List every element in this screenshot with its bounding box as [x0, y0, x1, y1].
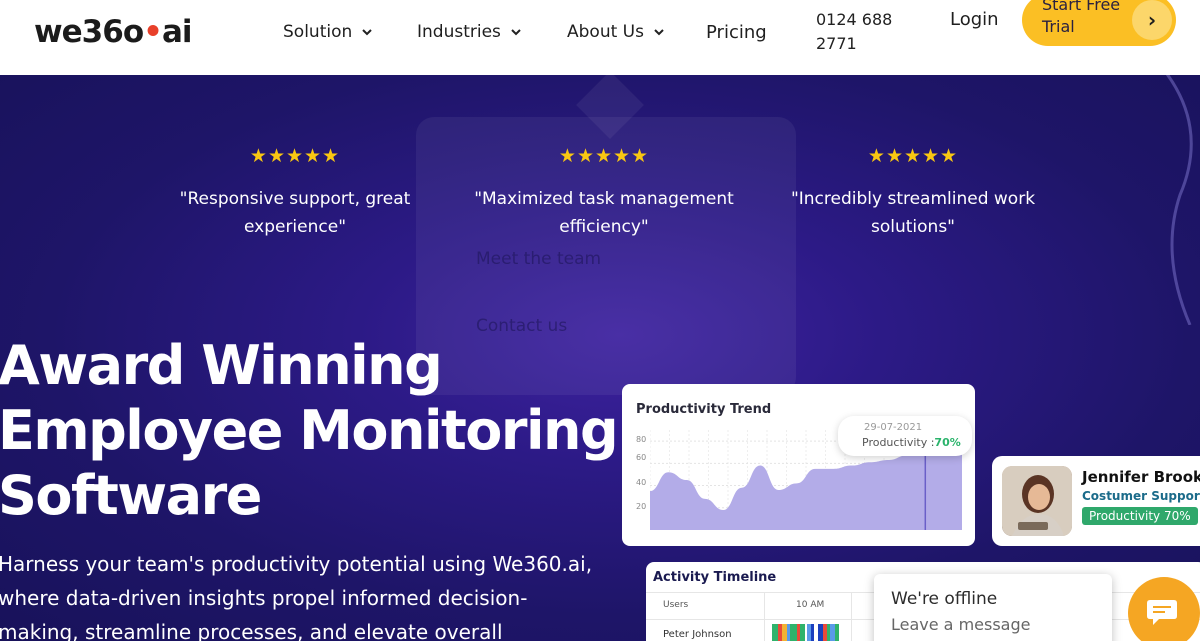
productivity-trend-card: Productivity Trend 80 60 40 20 [622, 384, 975, 546]
review-quote-line-2: efficiency" [559, 217, 649, 237]
description-line-3: making, streamline processes, and elevat… [0, 620, 503, 641]
nav-industries[interactable]: Industries [417, 22, 523, 42]
chevron-down-icon [362, 29, 372, 36]
cta-label-line-1: Start Free [1042, 0, 1121, 14]
avatar [1002, 466, 1072, 536]
nav-pricing-label: Pricing [706, 22, 767, 43]
logo-dot: • [143, 14, 163, 50]
description-line-2: where data-driven insights propel inform… [0, 586, 528, 610]
stars-icon: ★★★★★ [867, 145, 959, 167]
productivity-trend-title: Productivity Trend [636, 402, 772, 417]
chat-title: We're offline [891, 589, 998, 609]
cta-label-line-2: Trial [1042, 17, 1075, 36]
stars-icon: ★★★★★ [249, 145, 341, 167]
chat-subtitle: Leave a message [891, 615, 1031, 634]
logo-text-b: ai [161, 14, 193, 50]
employee-role: Costumer Support [1082, 489, 1200, 503]
y-tick-60: 60 [636, 453, 647, 462]
cta-label: Start Free Trial [1042, 0, 1120, 38]
chat-launcher-button[interactable] [1128, 577, 1200, 641]
productivity-area [650, 448, 962, 530]
tooltip-text: Productivity :70% [862, 436, 961, 449]
phone-line-2: 2771 [816, 34, 857, 53]
headline-line-2: Employee Monitoring [0, 399, 619, 462]
activity-bars [772, 624, 839, 641]
chat-icon [1147, 600, 1177, 625]
activity-timeline-title: Activity Timeline [653, 570, 777, 585]
phone-number[interactable]: 0124 688 2771 [816, 8, 892, 56]
chevron-down-icon [511, 29, 521, 36]
logo-text-o: o [122, 14, 144, 50]
y-tick-20: 20 [636, 502, 647, 511]
tooltip-date: 29-07-2021 [864, 422, 923, 433]
description-line-1: Harness your team's productivity potenti… [0, 552, 593, 576]
review-quote: "Maximized task management efficiency" [464, 185, 744, 241]
start-free-trial-button[interactable]: Start Free Trial › [1022, 0, 1176, 46]
review-quote-line-2: solutions" [871, 217, 955, 237]
nav-about-us-label: About Us [567, 22, 644, 42]
phone-line-1: 0124 688 [816, 10, 893, 29]
tooltip-value: 70% [934, 436, 961, 449]
review-quote-line-2: experience" [243, 217, 347, 237]
hero-section: Meet the team Contact us ★★★★★ "Responsi… [0, 75, 1200, 641]
nav-solution[interactable]: Solution [283, 22, 374, 42]
timeline-user-name: Peter Johnson [663, 629, 732, 640]
review-1: ★★★★★ "Responsive support, great experie… [155, 145, 435, 241]
chat-offline-box[interactable]: We're offline Leave a message [874, 574, 1112, 641]
person-photo-icon [1002, 466, 1072, 536]
arrow-right-icon: › [1132, 0, 1172, 40]
review-quote-line-1: "Responsive support, great [179, 189, 411, 209]
hero-headline: Award Winning Employee Monitoring Softwa… [0, 333, 619, 528]
we360-logo[interactable]: we36o•ai [34, 14, 192, 50]
stars-icon: ★★★★★ [558, 145, 650, 167]
tooltip-label: Productivity : [862, 436, 935, 449]
login-link[interactable]: Login [950, 9, 999, 30]
review-quote: "Responsive support, great experience" [155, 185, 435, 241]
employee-card: Jennifer Brooke Costumer Support Product… [992, 456, 1200, 546]
nav-pricing[interactable]: Pricing [706, 22, 767, 43]
hero-description: Harness your team's productivity potenti… [0, 547, 598, 641]
column-divider [851, 592, 852, 641]
decorative-curve [1165, 75, 1193, 325]
chart-tooltip: 29-07-2021 Productivity :70% [838, 416, 972, 456]
y-tick-80: 80 [636, 435, 647, 444]
column-10am: 10 AM [796, 600, 825, 610]
headline-line-3: Software [0, 464, 262, 527]
column-divider [764, 592, 765, 641]
employee-name: Jennifer Brooke [1082, 468, 1200, 486]
chevron-down-icon [654, 29, 664, 36]
top-navbar: we36o•ai Solution Industries About Us Pr… [0, 0, 1200, 75]
activity-segment [790, 624, 797, 641]
column-users: Users [663, 600, 689, 610]
nav-industries-label: Industries [417, 22, 501, 42]
y-tick-40: 40 [636, 478, 647, 487]
ghost-link-meet-team[interactable]: Meet the team [476, 249, 601, 269]
headline-line-1: Award Winning [0, 334, 443, 397]
review-quote-line-1: "Incredibly streamlined work [790, 189, 1036, 209]
review-quote: "Incredibly streamlined work solutions" [773, 185, 1053, 241]
logo-text-a: we36 [34, 14, 124, 50]
nav-about-us[interactable]: About Us [567, 22, 666, 42]
nav-solution-label: Solution [283, 22, 353, 42]
productivity-badge: Productivity 70% [1082, 507, 1198, 525]
review-quote-line-1: "Maximized task management [474, 189, 734, 209]
activity-segment [835, 624, 839, 641]
review-3: ★★★★★ "Incredibly streamlined work solut… [773, 145, 1053, 241]
review-2: ★★★★★ "Maximized task management efficie… [464, 145, 744, 241]
